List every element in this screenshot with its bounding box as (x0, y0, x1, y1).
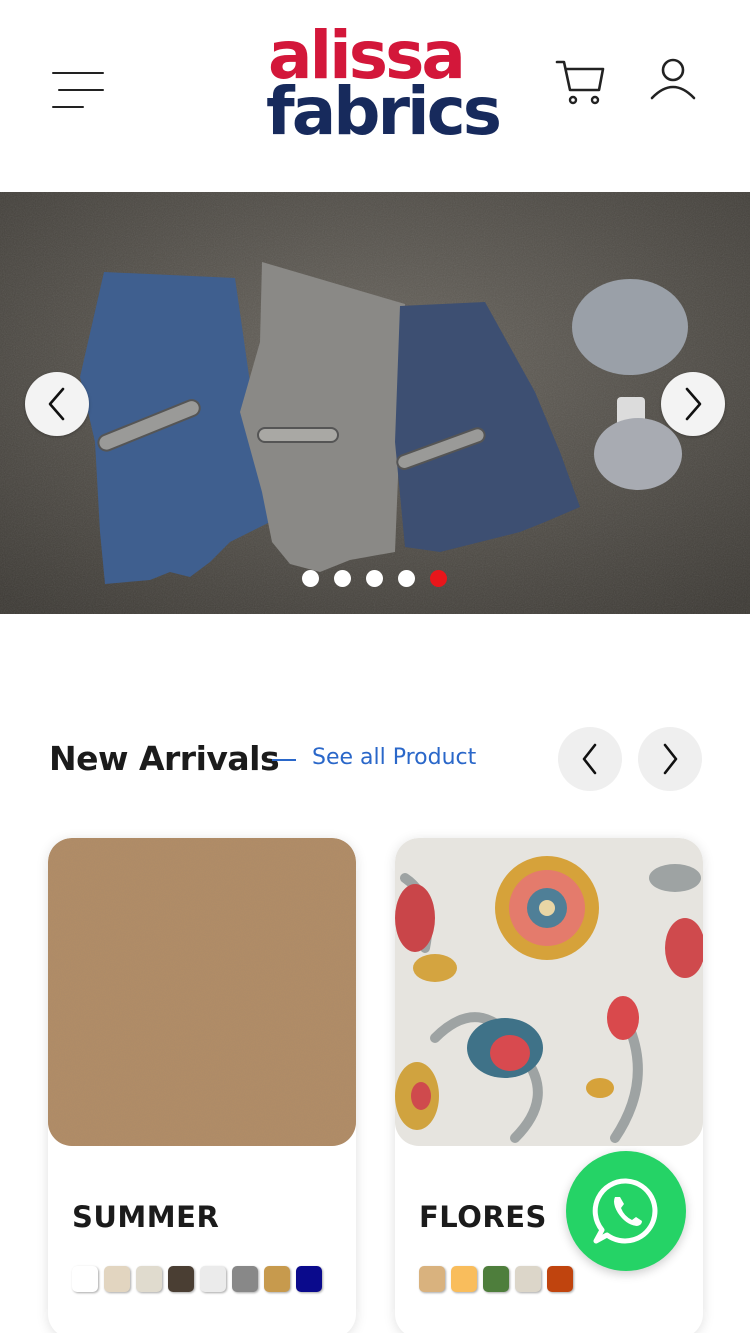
logo[interactable]: alissa fabrics (262, 18, 502, 150)
color-swatch-2[interactable] (104, 1266, 130, 1292)
chevron-left-icon (582, 743, 597, 775)
section-title: New Arrivals (49, 739, 280, 778)
slider-dot-5-active[interactable] (430, 570, 447, 587)
product-name: SUMMER (72, 1200, 220, 1234)
see-all-products-link[interactable]: See all Product (312, 745, 476, 770)
color-swatch-4[interactable] (168, 1266, 194, 1292)
color-swatch-7[interactable] (264, 1266, 290, 1292)
color-swatch-1[interactable] (419, 1266, 445, 1292)
menu-button[interactable] (52, 70, 106, 112)
product-image-summer (48, 838, 356, 1146)
color-swatches (72, 1266, 322, 1292)
menu-icon (52, 72, 104, 74)
hero-prev-button[interactable] (25, 372, 89, 436)
cart-button[interactable] (553, 56, 607, 108)
slider-dot-1[interactable] (302, 570, 319, 587)
slider-dot-4[interactable] (398, 570, 415, 587)
product-name: FLORES (419, 1200, 547, 1234)
cart-icon (555, 60, 605, 105)
color-swatch-5[interactable] (200, 1266, 226, 1292)
site-header: alissa fabrics (0, 0, 750, 192)
floral-fabric-image (395, 838, 703, 1146)
hero-image (0, 192, 750, 614)
color-swatch-3[interactable] (136, 1266, 162, 1292)
hero-slider[interactable] (0, 192, 750, 614)
color-swatch-8[interactable] (296, 1266, 322, 1292)
arrivals-prev-button[interactable] (558, 727, 622, 791)
slider-dots (302, 570, 447, 587)
account-button[interactable] (648, 56, 698, 102)
color-swatch-6[interactable] (232, 1266, 258, 1292)
whatsapp-icon (592, 1178, 658, 1244)
fabric-texture-image (48, 838, 356, 1146)
color-swatch-1[interactable] (72, 1266, 98, 1292)
menu-icon-line (58, 89, 104, 91)
whatsapp-chat-button[interactable] (566, 1151, 686, 1271)
new-arrivals-header: New Arrivals See all Product (0, 725, 750, 795)
chevron-right-icon (663, 743, 678, 775)
slider-dot-3[interactable] (366, 570, 383, 587)
chevron-left-icon (48, 387, 65, 421)
user-icon (650, 58, 696, 100)
hero-next-button[interactable] (661, 372, 725, 436)
color-swatch-5[interactable] (547, 1266, 573, 1292)
color-swatch-3[interactable] (483, 1266, 509, 1292)
product-card-summer[interactable]: SUMMER (48, 838, 356, 1333)
menu-icon-line (52, 106, 84, 108)
logo-line-2: fabrics (266, 73, 502, 150)
color-swatches (419, 1266, 573, 1292)
chevron-right-icon (685, 387, 702, 421)
product-image-flores (395, 838, 703, 1146)
slider-dot-2[interactable] (334, 570, 351, 587)
color-swatch-2[interactable] (451, 1266, 477, 1292)
color-swatch-4[interactable] (515, 1266, 541, 1292)
arrivals-next-button[interactable] (638, 727, 702, 791)
title-dash (272, 759, 296, 761)
